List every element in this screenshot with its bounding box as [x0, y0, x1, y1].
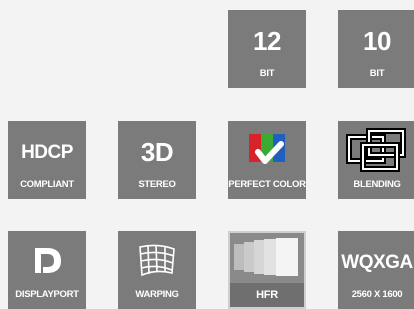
- feature-tile-displayport: DISPLAYPORT: [8, 231, 86, 309]
- tile-value: 3D: [140, 137, 174, 167]
- feature-tile-blending: BLENDING: [338, 121, 414, 199]
- tile-label: HFR: [256, 289, 278, 301]
- tile-label: BIT: [259, 68, 275, 79]
- feature-tile-warping: WARPING: [118, 231, 196, 309]
- blending-icon: [338, 121, 414, 179]
- warping-grid-icon: [118, 231, 196, 289]
- feature-tile-3d: 3D STEREO: [118, 121, 196, 199]
- tile-label: STEREO: [138, 179, 176, 190]
- hfr-frames-icon: [230, 233, 304, 281]
- tile-label: WARPING: [135, 289, 179, 300]
- feature-tile-hfr: HFR: [228, 231, 306, 309]
- tile-label: DISPLAYPORT: [15, 289, 79, 300]
- tile-label: 2560 X 1600: [351, 289, 403, 300]
- feature-tile-hdcp: HDCP COMPLIANT: [8, 121, 86, 199]
- tile-label: BLENDING: [353, 179, 401, 190]
- color-check-icon: [228, 121, 306, 179]
- feature-tile-wqxga: WQXGA 2560 X 1600: [338, 231, 414, 309]
- feature-tile-perfect-color: PERFECT COLOR: [228, 121, 306, 199]
- tile-value: 10: [363, 26, 391, 56]
- tile-label: PERFECT COLOR: [228, 179, 306, 190]
- tile-label: COMPLIANT: [20, 179, 74, 190]
- feature-tile-10bit: 10 BIT: [338, 10, 414, 88]
- tile-value: HDCP: [21, 142, 73, 163]
- displayport-icon: [8, 231, 86, 289]
- tile-label: BIT: [369, 68, 385, 79]
- tile-value: 12: [253, 26, 281, 56]
- feature-tile-12bit: 12 BIT: [228, 10, 306, 88]
- tile-value: WQXGA: [341, 252, 413, 273]
